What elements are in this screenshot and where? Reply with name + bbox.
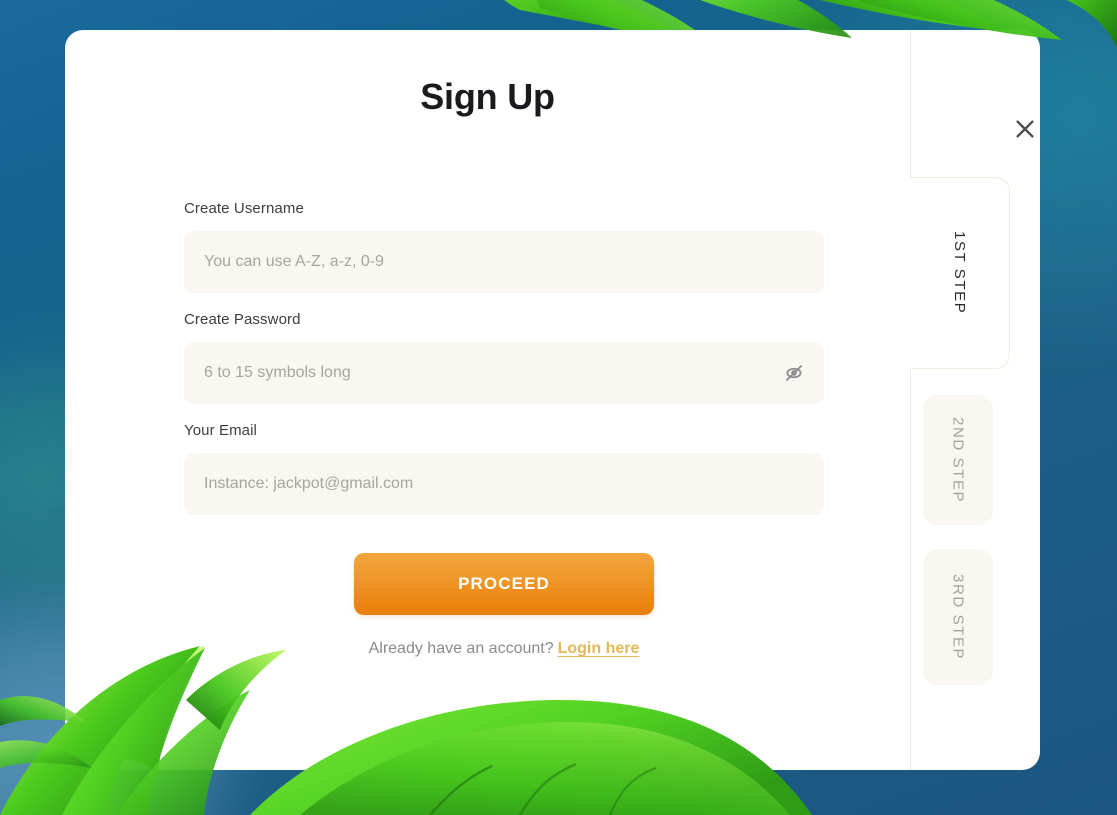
step-tab-3-label: 3RD STEP xyxy=(949,573,967,661)
modal-body: Sign Up Create Username Create Password xyxy=(65,30,910,770)
email-input-shell[interactable] xyxy=(184,453,824,515)
field-username: Create Username xyxy=(184,200,824,293)
eye-off-icon[interactable] xyxy=(780,359,808,387)
email-label: Your Email xyxy=(184,422,257,439)
signup-modal: Sign Up Create Username Create Password xyxy=(65,30,1040,770)
step-tab-1[interactable]: 1ST STEP xyxy=(910,177,1010,369)
step-tab-2-label: 2ND STEP xyxy=(949,416,967,504)
login-prompt-row: Already have an account? Login here xyxy=(184,640,824,658)
username-input-shell[interactable] xyxy=(184,231,824,293)
login-prompt-text: Already have an account? xyxy=(368,640,554,657)
step-tab-3[interactable]: 3RD STEP xyxy=(923,549,993,685)
login-here-link[interactable]: Login here xyxy=(558,640,640,657)
password-label: Create Password xyxy=(184,311,301,328)
proceed-button[interactable]: PROCEED xyxy=(354,553,654,615)
field-password: Create Password xyxy=(184,311,824,404)
password-input-shell[interactable] xyxy=(184,342,824,404)
field-email: Your Email xyxy=(184,422,824,515)
password-input[interactable] xyxy=(184,342,824,404)
proceed-row: PROCEED xyxy=(184,553,824,615)
username-input[interactable] xyxy=(184,231,824,293)
email-input[interactable] xyxy=(184,453,824,515)
username-label: Create Username xyxy=(184,200,304,217)
signup-form: Create Username Create Password xyxy=(184,200,824,658)
close-x-icon xyxy=(1016,120,1034,138)
step-tab-2[interactable]: 2ND STEP xyxy=(923,395,993,525)
close-button[interactable] xyxy=(1006,110,1044,148)
step-tab-1-label: 1ST STEP xyxy=(951,231,968,315)
page-title: Sign Up xyxy=(420,76,555,117)
